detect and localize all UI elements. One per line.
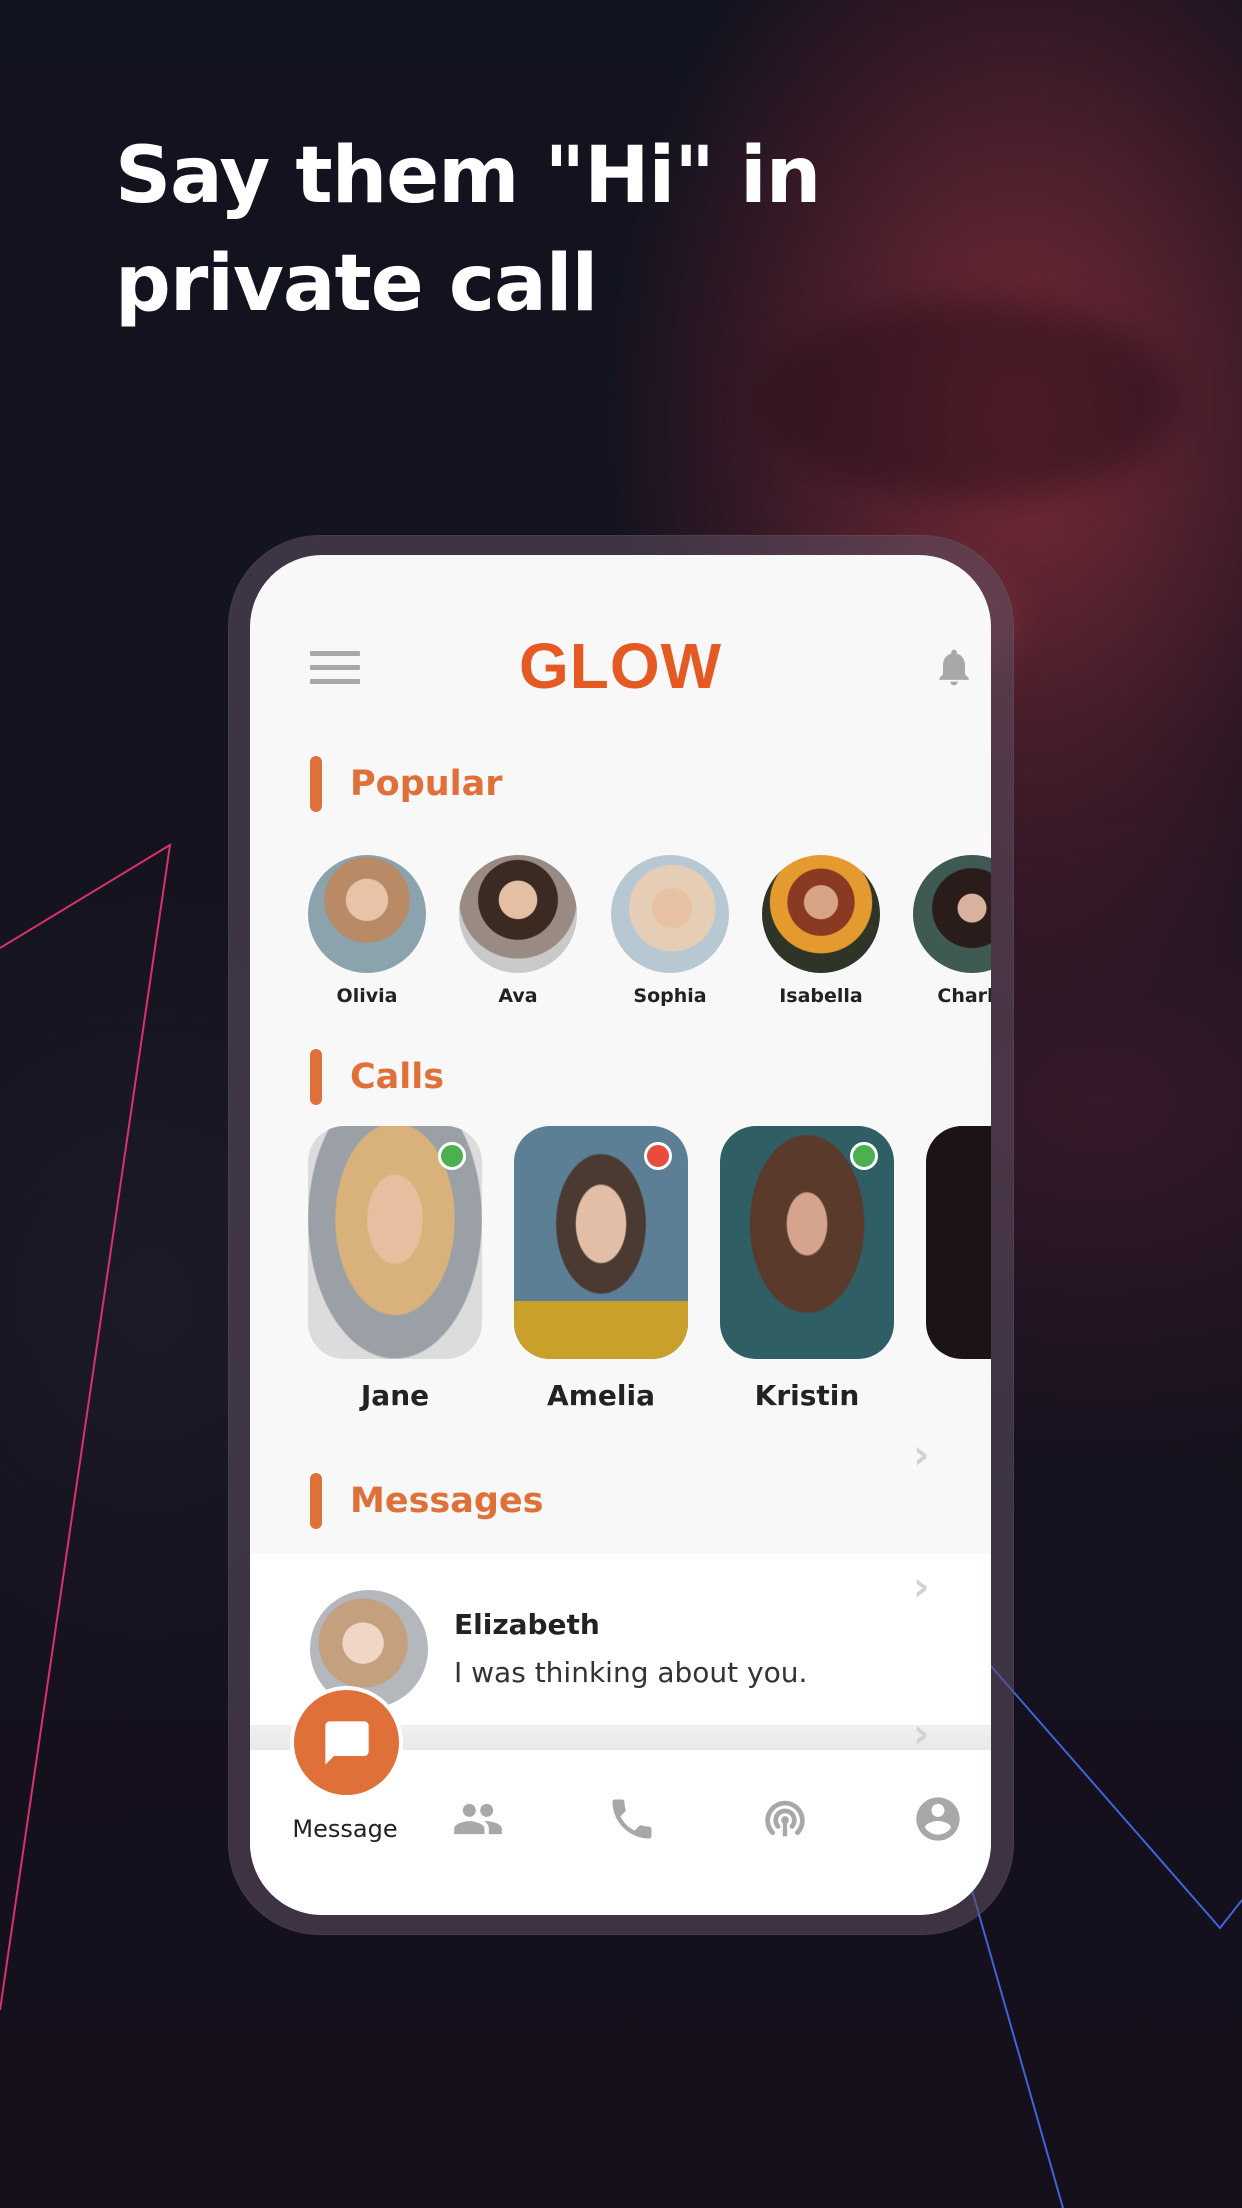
chevron-right-icon: › — [913, 1432, 930, 1478]
section-accent-bar — [310, 756, 322, 812]
headline-line-2: private call — [115, 239, 598, 329]
call-card[interactable] — [720, 1126, 894, 1359]
message-fab-label: Message — [292, 1815, 398, 1843]
popular-name: Sophia — [633, 985, 707, 1007]
account-icon[interactable] — [912, 1793, 964, 1845]
popular-item[interactable]: Olivia — [308, 855, 426, 1007]
phone-screen: GLOW Popular Olivia Ava Sophia Isabella … — [250, 555, 991, 1915]
app-logo: GLOW — [518, 630, 723, 702]
section-accent-bar — [310, 1049, 322, 1105]
avatar — [611, 855, 729, 973]
popular-title: Popular — [350, 764, 503, 804]
blue-line — [989, 1664, 1242, 1930]
busy-status-dot — [644, 1142, 672, 1170]
popular-item[interactable]: Sophia — [611, 855, 729, 1007]
message-preview: I was thinking about you. — [454, 1656, 808, 1689]
message-sender: Elizabeth — [454, 1608, 600, 1641]
popular-list[interactable]: Olivia Ava Sophia Isabella Charlo — [250, 855, 991, 1007]
calls-section-header: Calls — [310, 1049, 444, 1105]
call-card[interactable] — [308, 1126, 482, 1359]
call-name: Jane — [360, 1379, 430, 1412]
chat-bubble-icon — [324, 1720, 369, 1765]
shirt — [514, 1301, 688, 1359]
broadcast-icon[interactable] — [759, 1793, 811, 1845]
popular-name: Isabella — [779, 985, 863, 1007]
call-card[interactable] — [514, 1126, 688, 1359]
chevron-right-icon: › — [913, 1564, 930, 1610]
avatar — [459, 855, 577, 973]
message-fab-button[interactable] — [290, 1686, 403, 1799]
headline: Say them "Hi" in private call — [115, 122, 821, 338]
popular-name: Ava — [498, 985, 538, 1007]
popular-item[interactable]: Ava — [459, 855, 577, 1007]
online-status-dot — [850, 1142, 878, 1170]
headline-line-1: Say them "Hi" in — [115, 131, 821, 221]
calls-title: Calls — [350, 1057, 445, 1097]
pink-line — [0, 843, 172, 2011]
avatar — [308, 855, 426, 973]
popular-name: Olivia — [336, 985, 398, 1007]
call-name: Kristin — [754, 1379, 860, 1412]
section-accent-bar — [310, 1473, 322, 1529]
messages-title: Messages — [350, 1481, 544, 1521]
avatar — [913, 855, 991, 973]
people-icon[interactable] — [452, 1793, 504, 1845]
bell-icon[interactable] — [932, 643, 976, 691]
popular-name: Charlo — [937, 985, 991, 1007]
phone-icon[interactable] — [606, 1793, 658, 1845]
messages-section-header: Messages — [310, 1473, 543, 1529]
avatar — [762, 855, 880, 973]
call-card[interactable] — [926, 1126, 991, 1359]
popular-item[interactable]: Charlo — [913, 855, 991, 1007]
online-status-dot — [438, 1142, 466, 1170]
popular-section-header: Popular — [310, 756, 503, 812]
popular-item[interactable]: Isabella — [762, 855, 880, 1007]
call-name: Amelia — [547, 1379, 655, 1412]
